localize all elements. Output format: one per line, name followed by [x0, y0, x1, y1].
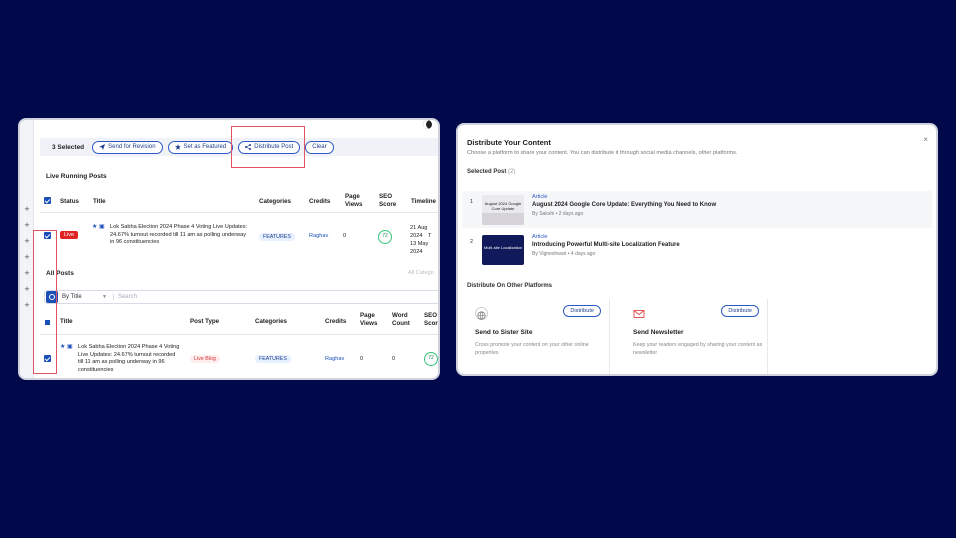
col-page-views: Page Views — [345, 193, 363, 208]
modal-title: Distribute Your Content — [467, 138, 551, 147]
page-views-value: 0 — [343, 233, 347, 239]
post-meta: By Vigneshwari • 4 days ago — [532, 251, 596, 257]
post-thumbnail: August 2024 Google Core Update — [482, 195, 524, 225]
col-title: Title — [93, 198, 106, 205]
expand-icon[interactable]: + — [22, 236, 32, 246]
platform-desc: Cross promote your content on your other… — [475, 342, 589, 356]
platform-desc: Keep your readers engaged by sharing you… — [633, 342, 763, 356]
search-input[interactable]: Search — [112, 294, 137, 300]
post-title: August 2024 Google Core Update: Everythi… — [532, 202, 717, 208]
cms-posts-panel: + + + + + + + 3 Selected Send for Revisi… — [18, 118, 440, 380]
col-seo-score: SEO Score — [424, 312, 440, 327]
media-icon: ▣ — [67, 344, 73, 350]
post-index: 2 — [470, 239, 474, 245]
page-views-value: 0 — [360, 356, 364, 362]
expand-icon[interactable]: + — [22, 252, 32, 262]
seo-score-ring: 72 — [378, 230, 392, 244]
thumbnail-caption: August 2024 Google Core Update — [484, 201, 522, 211]
category-tag: FEATURES — [259, 233, 295, 241]
col-page-views: Page Views — [360, 312, 378, 327]
platform-card-newsletter: Distribute Send Newsletter Keep your rea… — [625, 299, 768, 374]
post-title: Introducing Powerful Multi-site Localiza… — [532, 242, 680, 248]
send-revision-label: Send for Revision — [108, 144, 156, 150]
platform-card-sister-site: Distribute Send to Sister Site Cross pro… — [467, 299, 610, 374]
post-type-label: Article — [532, 194, 548, 200]
chevron-down-icon[interactable]: ▼ — [102, 294, 107, 300]
globe-icon — [475, 307, 488, 320]
col-post-type: Post Type — [190, 318, 220, 325]
platform-title: Send to Sister Site — [475, 329, 533, 336]
post-type-label: Article — [532, 234, 548, 240]
expand-icon[interactable]: + — [22, 220, 32, 230]
credit-link[interactable]: Raghav — [325, 356, 344, 362]
post-type-tag: Live Blog — [190, 355, 220, 363]
platforms-label: Distribute On Other Platforms — [467, 283, 553, 289]
expand-icon[interactable]: + — [22, 268, 32, 278]
clear-button[interactable]: Clear — [305, 140, 334, 154]
col-credits: Credits — [325, 318, 347, 325]
col-credits: Credits — [309, 198, 331, 205]
selected-post-text: Selected Post — [467, 169, 507, 175]
selected-post-count: (2) — [508, 169, 516, 175]
expand-icon[interactable]: + — [22, 300, 32, 310]
col-categories: Categories — [255, 318, 287, 325]
distribute-button[interactable]: Distribute — [721, 305, 759, 317]
post-thumbnail: Multi-site Localization — [482, 235, 524, 265]
live-post-title[interactable]: Lok Sabha Election 2024 Phase 4 Voting L… — [110, 224, 248, 247]
star-icon — [174, 144, 181, 150]
word-count-value: 0 — [392, 356, 396, 362]
col-categories: Categories — [259, 198, 291, 205]
post-index: 1 — [470, 199, 474, 205]
side-gutter: + + + + + + + — [20, 120, 34, 378]
selected-count: 3 Selected — [52, 143, 85, 151]
col-seo-score: SEO Score — [379, 193, 397, 208]
divider — [40, 212, 438, 213]
expand-icon[interactable]: + — [22, 284, 32, 294]
search-field-select[interactable]: By Title — [62, 294, 102, 300]
distribute-highlight — [231, 126, 305, 168]
post-meta: By Sakshi • 2 days ago — [532, 211, 584, 217]
col-word-count: Word Count — [392, 312, 410, 327]
timeline-sep: T — [428, 233, 432, 239]
selected-post-item[interactable]: 1 August 2024 Google Core Update Article… — [462, 191, 932, 228]
seo-score-ring: 72 — [424, 352, 438, 366]
live-status-badge: Live — [60, 231, 79, 239]
distribute-modal: Distribute Your Content Choose a platfor… — [456, 123, 938, 376]
send-revision-button[interactable]: Send for Revision — [92, 140, 163, 154]
col-timeline: Timeline — [411, 198, 436, 205]
modal-subtitle: Choose a platform to share your content.… — [467, 150, 738, 156]
send-icon — [99, 144, 106, 150]
set-featured-button[interactable]: Set as Featured — [167, 140, 234, 154]
star-icon[interactable]: ★ — [60, 343, 65, 350]
star-icon[interactable]: ★ — [92, 223, 97, 230]
expand-icon[interactable]: + — [22, 204, 32, 214]
checkbox-highlight — [33, 230, 57, 374]
selected-post-label: Selected Post (2) — [467, 169, 515, 175]
divider — [40, 334, 438, 335]
media-icon: ▣ — [99, 224, 105, 230]
col-title: Title — [60, 318, 73, 325]
post-title[interactable]: Lok Sabha Election 2024 Phase 4 Voting L… — [78, 344, 182, 374]
globe-glyph — [477, 311, 486, 320]
timeline-end: 13 May 2024 — [410, 241, 429, 255]
search-bar: By Title ▼ Search — [44, 290, 438, 304]
live-running-title: Live Running Posts — [46, 173, 107, 180]
select-all-checkbox[interactable] — [44, 197, 51, 204]
category-tag: FEATURES — [255, 355, 291, 363]
distribute-button[interactable]: Distribute — [563, 305, 601, 317]
timeline-start: 21 Aug 2024 — [410, 225, 428, 239]
mail-icon — [633, 307, 646, 320]
mail-glyph — [633, 310, 645, 318]
platform-title: Send Newsletter — [633, 329, 684, 336]
set-featured-label: Set as Featured — [183, 144, 227, 150]
col-status: Status — [60, 198, 79, 205]
close-icon[interactable]: × — [923, 135, 928, 144]
credit-link[interactable]: Raghav — [309, 233, 328, 239]
thumbnail-caption: Multi-site Localization — [483, 245, 523, 250]
selected-post-item[interactable]: 2 Multi-site Localization Article Introd… — [462, 231, 932, 268]
category-filter[interactable]: All Catego — [408, 270, 434, 278]
clear-label: Clear — [312, 144, 327, 150]
